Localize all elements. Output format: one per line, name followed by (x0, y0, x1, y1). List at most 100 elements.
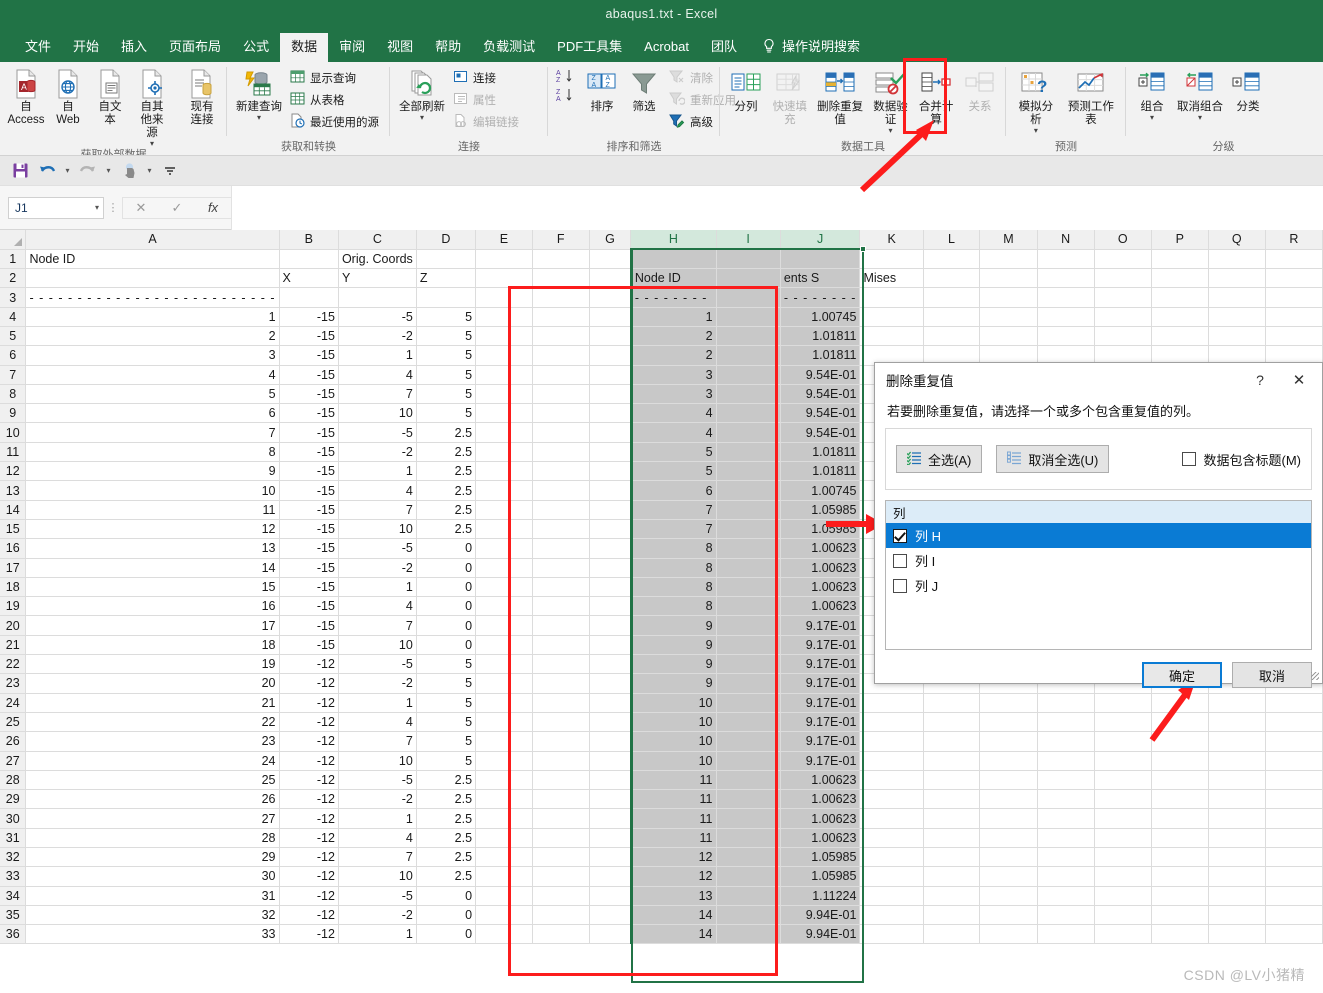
cell-B9[interactable]: -15 (279, 403, 339, 424)
cell-H31[interactable]: 11 (629, 828, 717, 849)
tab-help[interactable]: 帮助 (424, 33, 472, 62)
cell-D22[interactable]: 5 (416, 654, 477, 675)
touch-mode-dropdown-icon[interactable]: ▾ (144, 159, 155, 183)
cell-R30[interactable] (1265, 808, 1323, 829)
group-button[interactable]: 组合 ▾ (1131, 65, 1173, 122)
cell-I22[interactable] (716, 654, 781, 675)
cell-H30[interactable]: 11 (629, 808, 717, 829)
cell-F17[interactable] (532, 558, 590, 578)
cell-E25[interactable] (475, 712, 533, 733)
cell-B26[interactable]: -12 (279, 731, 339, 752)
cell-I35[interactable] (716, 905, 781, 926)
cell-G33[interactable] (589, 866, 632, 887)
cell-F20[interactable] (532, 615, 590, 636)
cell-F26[interactable] (532, 731, 590, 752)
tab-data[interactable]: 数据 (280, 33, 329, 62)
cell-F2[interactable] (532, 268, 590, 289)
cell-A18[interactable]: 15 (25, 577, 280, 598)
cell-K26[interactable] (859, 731, 924, 752)
cell-J20[interactable]: 9.17E-01 (780, 615, 861, 636)
cell-L25[interactable] (923, 712, 981, 733)
row-header-29[interactable]: 29 (0, 789, 27, 810)
cell-A17[interactable]: 14 (25, 558, 280, 578)
cell-H1[interactable] (629, 249, 717, 270)
save-icon[interactable] (8, 159, 32, 183)
cell-J3[interactable]: - - - - - - - - (780, 287, 861, 308)
cell-H21[interactable]: 9 (629, 635, 717, 656)
cell-D9[interactable]: 5 (416, 403, 477, 424)
from-other-sources-button[interactable]: 自其他来源 ▾ (131, 65, 173, 148)
cell-E26[interactable] (475, 731, 533, 752)
cell-A2[interactable] (25, 268, 280, 289)
cell-A25[interactable]: 22 (25, 712, 280, 733)
cell-B34[interactable]: -12 (279, 886, 339, 906)
tab-formulas[interactable]: 公式 (232, 33, 280, 62)
cell-E4[interactable] (475, 307, 533, 327)
cell-A6[interactable]: 3 (25, 345, 280, 366)
cell-B15[interactable]: -15 (279, 519, 339, 540)
cell-E31[interactable] (475, 828, 533, 849)
cell-P31[interactable] (1151, 828, 1209, 849)
cell-G19[interactable] (589, 596, 632, 617)
cell-H5[interactable]: 2 (629, 326, 717, 347)
cell-G4[interactable] (589, 307, 632, 327)
cell-I6[interactable] (716, 345, 781, 366)
cell-B7[interactable]: -15 (279, 365, 339, 385)
cell-N25[interactable] (1037, 712, 1095, 733)
unselect-all-button[interactable]: 取消全选(U) (996, 445, 1110, 473)
cell-N29[interactable] (1037, 789, 1095, 810)
cell-L32[interactable] (923, 847, 981, 868)
cell-R32[interactable] (1265, 847, 1323, 868)
cell-R1[interactable] (1265, 249, 1323, 270)
cell-I23[interactable] (716, 673, 781, 694)
cell-B17[interactable]: -15 (279, 558, 339, 578)
cell-P33[interactable] (1151, 866, 1209, 887)
cell-M4[interactable] (979, 307, 1038, 327)
cell-Q30[interactable] (1208, 808, 1266, 829)
cell-D34[interactable]: 0 (416, 886, 477, 906)
cell-Q36[interactable] (1208, 924, 1266, 945)
row-header-5[interactable]: 5 (0, 326, 27, 347)
properties-button[interactable]: 属性 (449, 89, 523, 111)
col-header-I[interactable]: I (716, 230, 781, 251)
cell-M30[interactable] (979, 808, 1038, 829)
cell-B21[interactable]: -15 (279, 635, 339, 656)
cell-D5[interactable]: 5 (416, 326, 477, 347)
col-header-J[interactable]: J (780, 230, 861, 251)
redo-icon[interactable] (76, 159, 100, 183)
cell-N35[interactable] (1037, 905, 1095, 926)
cell-E12[interactable] (475, 461, 533, 482)
cell-M29[interactable] (979, 789, 1038, 810)
cell-C30[interactable]: 1 (338, 808, 417, 829)
cell-B32[interactable]: -12 (279, 847, 339, 868)
cell-I24[interactable] (716, 693, 781, 713)
cell-I11[interactable] (716, 442, 781, 463)
col-header-A[interactable]: A (25, 230, 280, 250)
cell-I2[interactable] (716, 268, 781, 289)
cell-R27[interactable] (1265, 751, 1323, 771)
cell-E7[interactable] (475, 365, 533, 385)
cell-H7[interactable]: 3 (629, 365, 717, 385)
cell-F18[interactable] (532, 577, 590, 598)
chevron-down-icon[interactable]: ▾ (1198, 114, 1202, 122)
cell-B19[interactable]: -15 (279, 596, 339, 617)
cell-H13[interactable]: 6 (629, 480, 717, 501)
cell-B29[interactable]: -12 (279, 789, 339, 810)
col-header-D[interactable]: D (416, 230, 477, 250)
cell-N5[interactable] (1037, 326, 1095, 347)
row-header-28[interactable]: 28 (0, 770, 27, 791)
cell-I32[interactable] (716, 847, 781, 868)
cell-D15[interactable]: 2.5 (416, 519, 477, 540)
cell-R33[interactable] (1265, 866, 1323, 887)
sort-button[interactable]: ZAAZ 排序 (581, 65, 623, 114)
tab-pdf-toolkit[interactable]: PDF工具集 (546, 33, 633, 62)
row-header-18[interactable]: 18 (0, 577, 27, 598)
from-web-button[interactable]: 自 Web (47, 65, 89, 127)
cell-C27[interactable]: 10 (338, 751, 417, 771)
cell-E9[interactable] (475, 403, 533, 424)
cell-H19[interactable]: 8 (629, 596, 717, 617)
cell-E18[interactable] (475, 577, 533, 598)
cell-I5[interactable] (716, 326, 781, 347)
cell-Q34[interactable] (1208, 886, 1266, 906)
columns-listbox[interactable]: 列 列 H 列 I 列 J (885, 500, 1312, 650)
